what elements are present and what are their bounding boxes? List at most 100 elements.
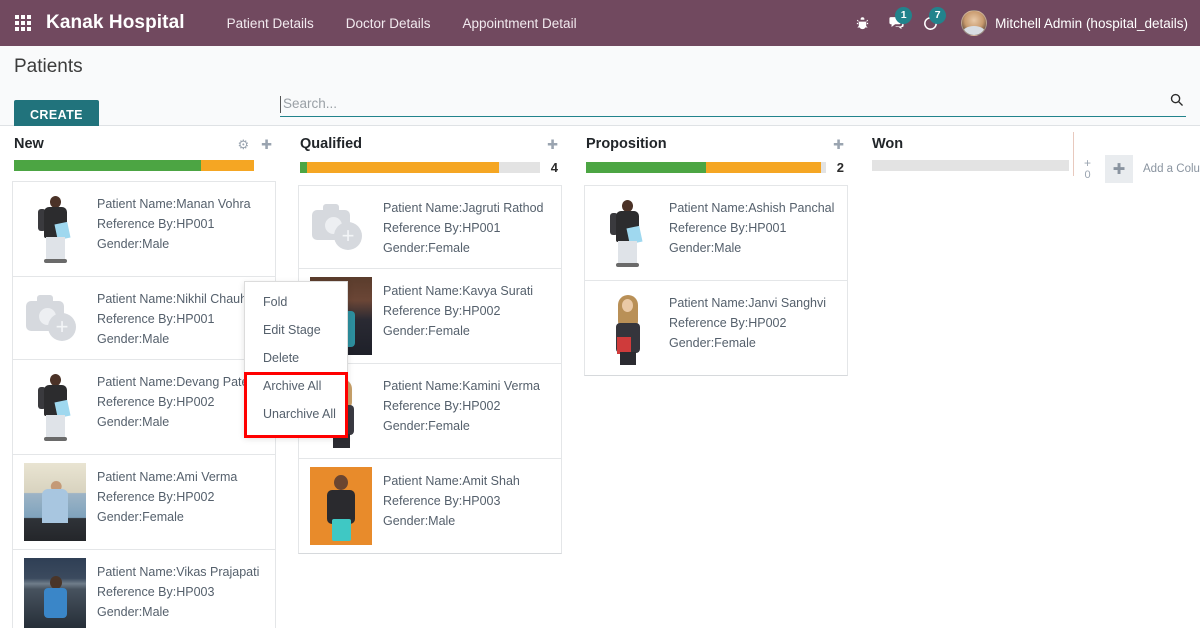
patient-name: Patient Name:Jagruti Rathod [383,201,544,215]
kanban-progress-qualified: 4 [286,156,562,175]
bug-icon[interactable] [845,7,879,39]
kanban-card[interactable]: Patient Name:Devang Patel Reference By:H… [12,359,276,455]
patient-reference: Reference By:HP003 [97,585,215,599]
add-card-plus-icon[interactable]: + [1084,157,1091,169]
patient-gender: Gender:Male [97,415,170,429]
progress-bar[interactable] [586,162,826,173]
apps-menu-icon[interactable] [0,0,46,46]
brand-title[interactable]: Kanak Hospital [46,12,185,34]
kanban-card[interactable]: Patient Name:Janvi Sanghvi Reference By:… [584,280,848,376]
menu-item-edit-stage[interactable]: Edit Stage [245,316,347,344]
menu-item-fold[interactable]: Fold [245,288,347,316]
patient-gender: Gender:Male [97,332,170,346]
patient-photo [307,467,375,545]
patient-reference: Reference By:HP001 [669,221,787,235]
kanban-card[interactable]: + Patient Name:Nikhil Chauhan Reference … [12,276,276,360]
user-menu[interactable]: Mitchell Admin (hospital_details) [947,10,1188,36]
menu-item-doctor-details[interactable]: Doctor Details [330,10,447,37]
search-icon[interactable] [1161,92,1186,113]
patient-gender: Gender:Female [383,241,470,255]
patient-photo [21,368,89,446]
kanban-card[interactable]: Patient Name:Ami Verma Reference By:HP00… [12,454,276,550]
patient-name: Patient Name:Janvi Sanghvi [669,296,827,310]
activities-badge: 7 [929,7,947,24]
add-column-label[interactable]: Add a Column [1143,163,1200,175]
kanban-column-title: New [14,136,44,152]
kanban-column-title: Qualified [300,136,363,152]
activities-clock-icon[interactable]: 7 [913,7,947,39]
kanban-card[interactable]: + Patient Name:Jagruti Rathod Reference … [298,185,562,269]
menu-item-delete[interactable]: Delete [245,344,347,372]
patient-reference: Reference By:HP001 [383,221,501,235]
kanban-column-count: 2 [836,160,844,175]
gear-icon[interactable]: ⚙ [237,138,249,151]
kanban-column-count: 4 [550,160,558,175]
camera-placeholder-icon: + [310,196,372,258]
patient-gender: Gender:Female [383,419,470,433]
kanban-card[interactable]: Patient Name:Ashish Panchal Reference By… [584,185,848,281]
add-card-plus-icon[interactable]: ✚ [547,138,558,151]
kanban-progress-new [0,156,276,171]
patient-name: Patient Name:Nikhil Chauhan [97,292,261,306]
add-card-plus-icon[interactable]: ✚ [261,138,272,151]
kanban-column-header-qualified: Qualified ✚ [286,126,562,156]
kanban-card[interactable]: Patient Name:Manan Vohra Reference By:HP… [12,181,276,277]
patient-gender: Gender:Male [383,514,456,528]
patient-gender: Gender:Female [669,336,756,350]
kanban-card[interactable]: Patient Name:Amit Shah Reference By:HP00… [298,458,562,554]
kanban-column-title: Won [872,136,904,152]
patient-reference: Reference By:HP002 [383,399,501,413]
patient-gender: Gender:Male [97,605,170,619]
menu-item-appointment-detail[interactable]: Appointment Detail [447,10,593,37]
avatar [961,10,988,36]
search-input[interactable] [280,96,1161,113]
top-navbar: Kanak Hospital Patient Details Doctor De… [0,0,1200,46]
page-title: Patients [14,56,83,77]
patient-reference: Reference By:HP002 [669,316,787,330]
patient-reference: Reference By:HP002 [383,304,501,318]
menu-item-patient-details[interactable]: Patient Details [211,10,330,37]
menu-item-archive-all[interactable]: Archive All [245,372,347,400]
kanban-column-header-won: Won [858,126,1073,156]
progress-bar[interactable] [300,162,540,173]
kanban-card-list-proposition: Patient Name:Ashish Panchal Reference By… [572,175,848,376]
won-count-group: + 0 [1084,157,1091,181]
kanban-column-header-new: New ⚙ ✚ [0,126,276,156]
stage-settings-dropdown: Fold Edit Stage Delete Archive All Unarc… [244,281,348,437]
navbar-right: 1 7 Mitchell Admin (hospital_details) [845,7,1200,39]
search-area [280,92,1186,117]
patient-photo [593,289,661,367]
patient-name: Patient Name:Ami Verma [97,470,238,484]
patient-photo-placeholder: + [21,285,89,351]
user-name: Mitchell Admin (hospital_details) [995,15,1188,31]
progress-bar[interactable] [14,160,254,171]
patient-photo [21,558,89,628]
kanban-column-proposition: Proposition ✚ 2 Patient Name:Ashish Panc… [572,126,858,628]
patient-name: Patient Name:Devang Patel [97,375,252,389]
add-card-plus-icon[interactable]: ✚ [833,138,844,151]
patient-name: Patient Name:Amit Shah [383,474,520,488]
patient-name: Patient Name:Ashish Panchal [669,201,835,215]
patient-name: Patient Name:Vikas Prajapati [97,565,260,579]
control-panel: Patients CREATE ▼ Filters ≡ Group By ★ F… [0,46,1200,156]
patient-reference: Reference By:HP001 [97,312,215,326]
kanban-column-header-proposition: Proposition ✚ [572,126,848,156]
kanban-card[interactable]: Patient Name:Vikas Prajapati Reference B… [12,549,276,628]
add-column-plus-icon[interactable]: ✚ [1105,155,1134,183]
messages-icon[interactable]: 1 [879,7,913,39]
kanban-card-list-new: Patient Name:Manan Vohra Reference By:HP… [0,171,276,628]
patient-name: Patient Name:Manan Vohra [97,197,251,211]
patient-name: Patient Name:Kamini Verma [383,379,541,393]
kanban-progress-proposition: 2 [572,156,848,175]
menu-item-unarchive-all[interactable]: Unarchive All [245,400,347,428]
kanban-board: New ⚙ ✚ Patient Name:Manan Vohra Referen… [0,126,1200,628]
progress-bar[interactable] [872,160,1069,171]
kanban-progress-won [858,156,1073,171]
main-menu: Patient Details Doctor Details Appointme… [211,10,593,37]
messages-badge: 1 [895,7,913,24]
camera-placeholder-icon: + [24,287,86,349]
patient-photo [593,194,661,272]
kanban-column-title: Proposition [586,136,667,152]
patient-gender: Gender:Male [97,237,170,251]
patient-name: Patient Name:Kavya Surati [383,284,534,298]
